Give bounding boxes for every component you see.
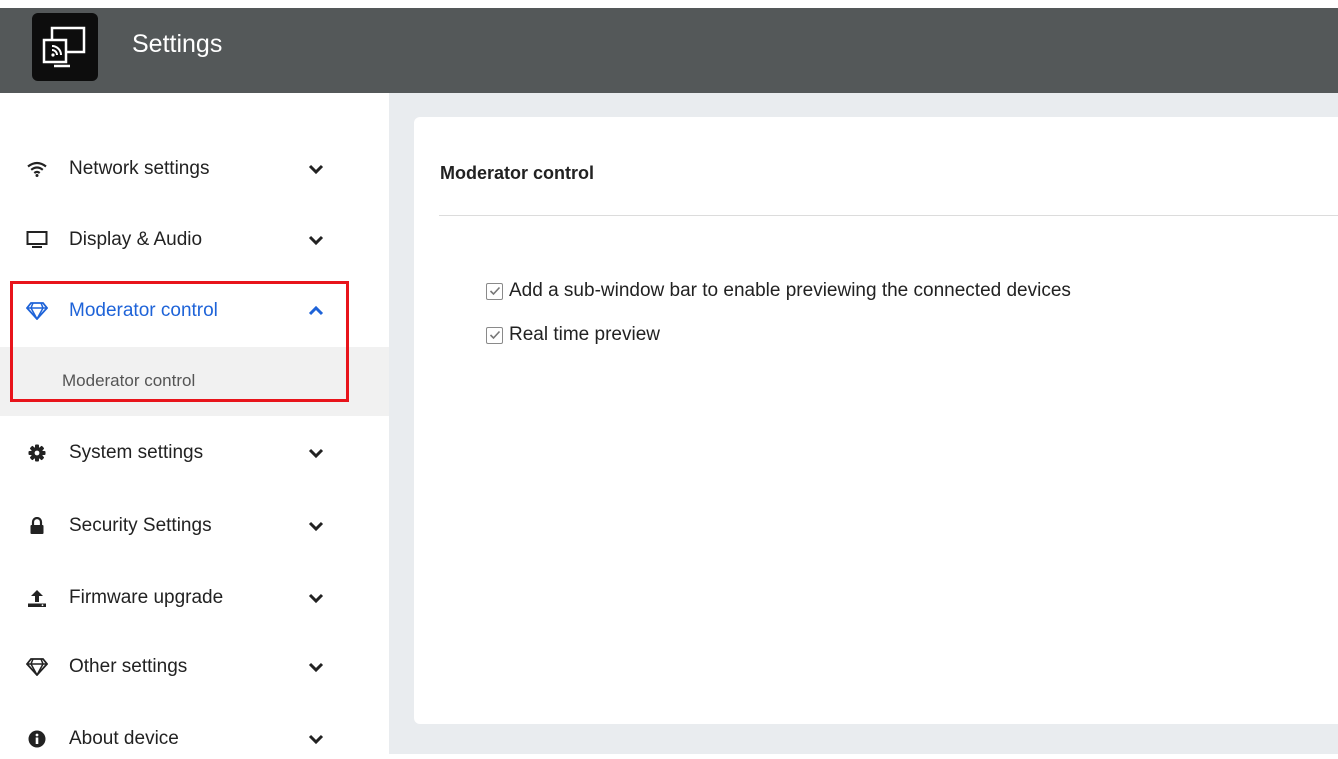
section-title: Moderator control xyxy=(440,163,595,183)
content-card: Moderator control Add a sub-window bar t… xyxy=(414,117,1338,724)
wifi-icon xyxy=(26,158,48,180)
diamond-icon xyxy=(26,656,48,678)
lock-icon xyxy=(26,515,48,537)
sidebar-item-label: Moderator control xyxy=(69,300,218,321)
option-label: Real time preview xyxy=(509,324,660,345)
sidebar: Network settings Display & Audio Moderat… xyxy=(0,93,389,754)
app-header: Settings xyxy=(0,8,1338,93)
checkmark-icon xyxy=(489,330,500,340)
chevron-down-icon[interactable] xyxy=(306,159,326,179)
real-time-preview-checkbox[interactable] xyxy=(486,326,503,344)
sidebar-item-network-settings[interactable]: Network settings xyxy=(0,149,389,189)
diamond-icon xyxy=(26,300,48,322)
upload-icon xyxy=(26,587,48,609)
sidebar-item-label: System settings xyxy=(69,442,204,463)
screen-cast-icon[interactable] xyxy=(32,13,98,81)
sidebar-item-label: Other settings xyxy=(69,656,188,677)
sub-window-bar-checkbox[interactable] xyxy=(486,282,503,300)
sidebar-item-system-settings[interactable]: System settings xyxy=(0,433,389,473)
sidebar-item-about-device[interactable]: About device xyxy=(0,719,389,759)
page-title: Settings xyxy=(132,30,223,58)
chevron-down-icon[interactable] xyxy=(306,657,326,677)
top-strip xyxy=(0,0,1338,8)
sidebar-item-label: Firmware upgrade xyxy=(69,587,224,608)
sidebar-item-label: About device xyxy=(69,728,179,749)
sidebar-item-moderator-control[interactable]: Moderator control xyxy=(0,291,389,331)
sidebar-item-firmware-upgrade[interactable]: Firmware upgrade xyxy=(0,578,389,618)
info-icon xyxy=(26,728,48,750)
chevron-up-icon[interactable] xyxy=(306,301,326,321)
option-sub-window-bar[interactable]: Add a sub-window bar to enable previewin… xyxy=(486,280,1071,302)
divider xyxy=(439,215,1338,216)
sidebar-item-display-audio[interactable]: Display & Audio xyxy=(0,220,389,260)
sidebar-item-other-settings[interactable]: Other settings xyxy=(0,647,389,687)
chevron-down-icon[interactable] xyxy=(306,588,326,608)
chevron-down-icon[interactable] xyxy=(306,443,326,463)
monitor-icon xyxy=(26,229,48,251)
sidebar-subitem-label: Moderator control xyxy=(62,371,196,390)
sidebar-subitem-moderator-control[interactable]: Moderator control xyxy=(0,347,389,416)
sidebar-item-label: Security Settings xyxy=(69,515,212,536)
option-real-time-preview[interactable]: Real time preview xyxy=(486,324,660,346)
sidebar-item-security-settings[interactable]: Security Settings xyxy=(0,506,389,546)
gear-icon xyxy=(26,442,48,464)
chevron-down-icon[interactable] xyxy=(306,729,326,749)
checkmark-icon xyxy=(489,286,500,296)
sidebar-item-label: Display & Audio xyxy=(69,229,203,250)
sidebar-item-label: Network settings xyxy=(69,158,210,179)
chevron-down-icon[interactable] xyxy=(306,230,326,250)
chevron-down-icon[interactable] xyxy=(306,516,326,536)
option-label: Add a sub-window bar to enable previewin… xyxy=(509,280,1071,301)
